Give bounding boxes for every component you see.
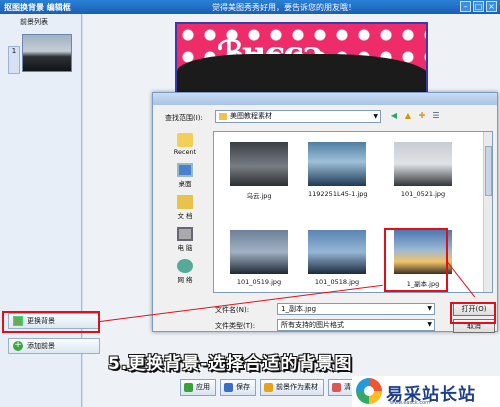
file-thumbnail — [308, 142, 366, 186]
site-logo-icon — [356, 378, 382, 404]
clear-label: 清 — [344, 383, 351, 391]
foreground-thumbnail[interactable] — [22, 34, 72, 72]
file-thumbnail — [230, 230, 288, 274]
file-tile[interactable]: 101_0519.jpg — [230, 230, 288, 286]
check-icon — [184, 383, 193, 392]
file-tile[interactable]: 101_0518.jpg — [308, 230, 366, 286]
scrollbar-thumb[interactable] — [485, 146, 492, 196]
filetype-select[interactable]: 所有支持的图片格式 ▼ — [277, 319, 435, 331]
save-disk-icon — [224, 383, 233, 392]
foreground-item-number: 1 — [8, 46, 20, 74]
highlight-change-background — [2, 311, 100, 333]
minimize-button[interactable]: – — [460, 1, 471, 12]
file-tile[interactable]: 1192251L45-1.jpg — [308, 142, 368, 198]
filetype-label: 文件类型(T): — [215, 322, 256, 330]
title-bar: 抠图换背景 编辑框 觉得美图秀秀好用，要告诉您的朋友哦！ – □ × — [0, 0, 500, 14]
documents-folder-icon — [177, 195, 193, 209]
file-name: 101_0519.jpg — [236, 278, 282, 286]
set-foreground-material-label: 前景作为素材 — [276, 383, 318, 391]
apply-button[interactable]: 应用 — [180, 379, 216, 396]
place-label: 文 档 — [177, 212, 193, 220]
file-thumbnail — [230, 142, 288, 186]
file-thumbnail — [308, 230, 366, 274]
chevron-down-icon: ▼ — [373, 113, 378, 120]
up-folder-icon[interactable]: ▲ — [403, 111, 413, 121]
folder-icon — [219, 113, 227, 120]
filetype-value: 所有支持的图片格式 — [281, 321, 344, 329]
place-documents[interactable]: 文 档 — [161, 195, 209, 220]
view-menu-icon[interactable]: ☰ — [431, 111, 441, 121]
place-label: Recent — [173, 148, 197, 156]
file-tile[interactable]: 乌云.jpg — [230, 142, 288, 200]
site-watermark: 易采站长站 www.easck.com — [352, 376, 500, 407]
look-in-dropdown[interactable]: 美图教程素材 ▼ — [215, 110, 381, 123]
maximize-button[interactable]: □ — [473, 1, 484, 12]
file-name: 1192251L45-1.jpg — [308, 190, 368, 198]
place-recent[interactable]: Recent — [161, 133, 209, 156]
watermark-url: www.easck.com — [390, 400, 431, 406]
new-folder-icon[interactable]: ✚ — [417, 111, 427, 121]
network-globe-icon — [177, 259, 193, 273]
places-bar: Recent 桌面 文 档 电 脑 网 络 — [161, 133, 209, 313]
save-button[interactable]: 保存 — [220, 379, 256, 396]
dialog-title-bar — [153, 93, 497, 105]
file-thumbnail — [394, 142, 452, 186]
set-foreground-material-button[interactable]: 前景作为素材 — [260, 379, 324, 396]
highlight-open-button — [450, 302, 496, 324]
look-in-label: 查找范围(I): — [165, 114, 203, 122]
computer-icon — [177, 227, 193, 241]
file-name: 101_0521.jpg — [400, 190, 446, 198]
star-icon — [264, 383, 273, 392]
bottom-toolbar: 应用 保存 前景作为素材 清 — [180, 379, 357, 397]
add-foreground-label: 添加前景 — [27, 342, 55, 350]
filename-input[interactable]: 1_副本.jpg ▼ — [277, 303, 435, 315]
save-label: 保存 — [236, 383, 250, 391]
tutorial-caption: 5.更换背景-选择合适的背景图 — [108, 354, 353, 374]
place-desktop[interactable]: 桌面 — [161, 163, 209, 188]
close-button[interactable]: × — [486, 1, 497, 12]
file-name: 101_0518.jpg — [314, 278, 360, 286]
desktop-icon — [177, 163, 193, 177]
place-network[interactable]: 网 络 — [161, 259, 209, 284]
chevron-down-icon: ▼ — [427, 321, 432, 328]
place-label: 桌面 — [178, 180, 192, 188]
back-icon[interactable]: ◀ — [389, 111, 399, 121]
place-computer[interactable]: 电 脑 — [161, 227, 209, 252]
eraser-icon — [332, 383, 341, 392]
apply-label: 应用 — [196, 383, 210, 391]
plus-icon: + — [13, 340, 23, 351]
foreground-list-header: 前景列表 — [20, 18, 48, 26]
promo-message[interactable]: 觉得美图秀秀好用，要告诉您的朋友哦！ — [212, 2, 356, 13]
window-title: 抠图换背景 编辑框 — [4, 3, 71, 12]
look-in-value: 美图教程素材 — [230, 112, 272, 120]
window-controls: – □ × — [460, 1, 497, 12]
filename-value: 1_副本.jpg — [281, 305, 317, 313]
open-file-dialog: 查找范围(I): 美图教程素材 ▼ ◀ ▲ ✚ ☰ Recent 桌面 文 档 … — [152, 92, 498, 333]
place-label: 电 脑 — [177, 244, 193, 252]
chevron-down-icon: ▼ — [427, 305, 432, 312]
file-name: 乌云.jpg — [246, 192, 272, 200]
add-foreground-button[interactable]: + 添加前景 — [8, 338, 100, 354]
highlight-selected-file — [384, 228, 448, 292]
file-tile[interactable]: 101_0521.jpg — [394, 142, 452, 198]
file-list-scrollbar[interactable] — [483, 132, 492, 292]
recent-folder-icon — [177, 133, 193, 147]
place-label: 网 络 — [177, 276, 193, 284]
